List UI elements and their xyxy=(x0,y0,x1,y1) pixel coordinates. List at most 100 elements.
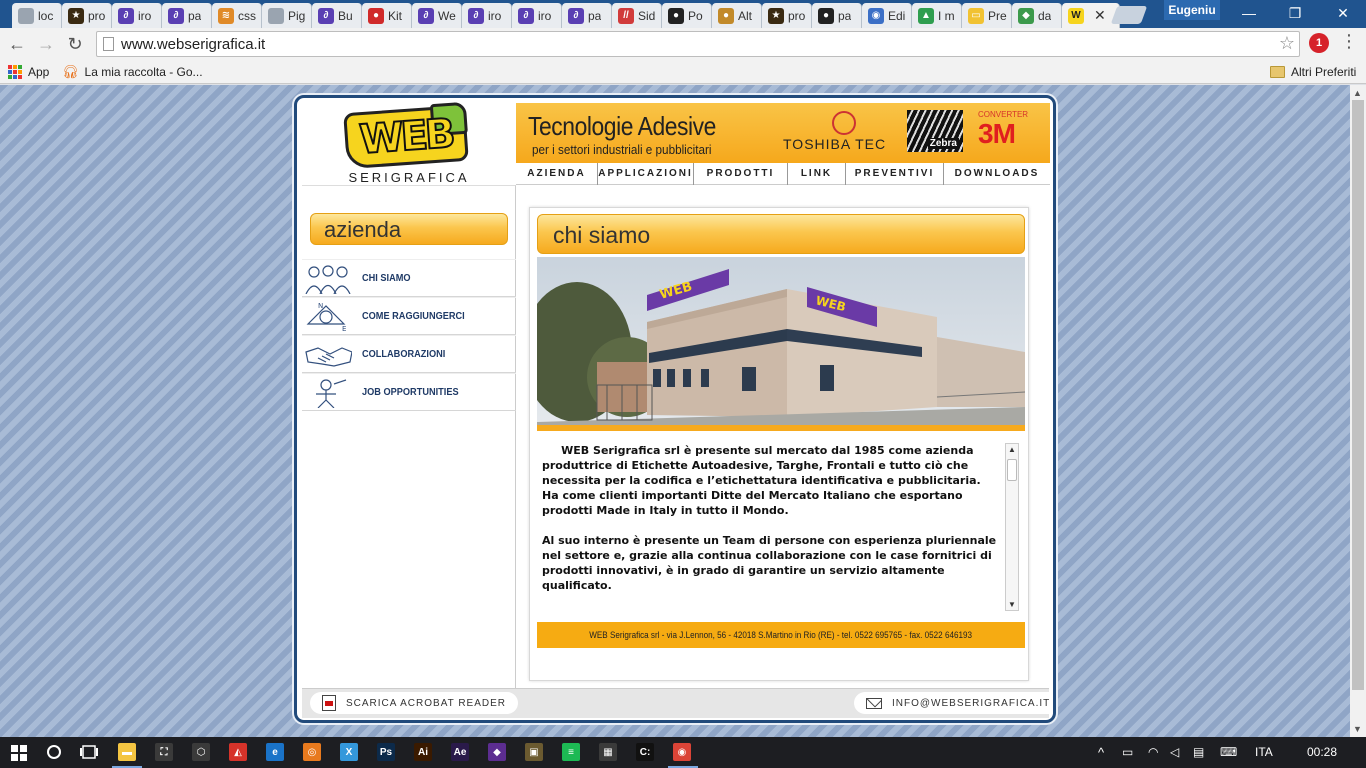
browser-tab[interactable]: ★ pro xyxy=(762,3,812,28)
task-view-icon[interactable] xyxy=(80,743,98,761)
terminal-icon[interactable]: C: xyxy=(636,743,654,761)
browser-tab[interactable]: ≋ css xyxy=(212,3,262,28)
handshake-icon xyxy=(304,340,353,370)
browser-tab[interactable]: ★ pro xyxy=(62,3,112,28)
volume-icon[interactable]: ◁ xyxy=(1170,745,1179,759)
photoshop-icon[interactable]: Ps xyxy=(377,743,395,761)
maximize-button[interactable]: ❐ xyxy=(1272,0,1318,26)
browser-tab[interactable]: ● Po xyxy=(662,3,712,28)
after-effects-icon[interactable]: Ae xyxy=(451,743,469,761)
tab-title: We xyxy=(438,8,456,23)
scroll-thumb[interactable] xyxy=(1007,459,1017,481)
sidebar-item-collaborazioni[interactable]: COLLABORAZIONI xyxy=(302,335,516,373)
url-text[interactable]: www.webserigrafica.it xyxy=(121,36,265,53)
search-icon[interactable] xyxy=(45,743,63,761)
description-text[interactable]: WEB Serigrafica srl è presente sul merca… xyxy=(537,443,1021,613)
sketchup-icon[interactable]: ◭ xyxy=(229,743,247,761)
browser-tab[interactable]: ▭ Pre xyxy=(962,3,1012,28)
left-sidebar: azienda CHI SIAMO N E COME RAGGIUNGERCI COLL… xyxy=(302,185,516,690)
bookmark-altri-preferiti[interactable]: Altri Preferiti xyxy=(1270,63,1356,81)
tray-chevron-icon[interactable]: ^ xyxy=(1098,745,1104,760)
browser-tab[interactable]: ▲ I m xyxy=(912,3,962,28)
language-indicator[interactable]: ITA xyxy=(1255,745,1273,759)
nav-item-azienda[interactable]: AZIENDA xyxy=(516,162,598,185)
address-strip: WEB Serigrafica srl - via J.Lennon, 56 -… xyxy=(537,622,1025,648)
back-button[interactable]: ← xyxy=(5,32,29,56)
file-explorer-icon[interactable]: ▬ xyxy=(118,743,136,761)
profile-button[interactable]: Eugeniu xyxy=(1164,0,1220,20)
page-scrollbar[interactable]: ▲ ▼ xyxy=(1350,85,1366,737)
tab-favicon-icon: ≋ xyxy=(218,7,234,24)
browser-tab[interactable]: ∂ iro xyxy=(512,3,562,28)
page-scroll-down-icon[interactable]: ▼ xyxy=(1353,724,1362,734)
email-label: INFO@WEBSERIGRAFICA.IT xyxy=(892,697,1051,709)
zebra-logo: Zebra xyxy=(907,110,963,152)
sidebar-item-come-raggiungerci[interactable]: N E COME RAGGIUNGERCI xyxy=(302,297,516,335)
bookmark-raccolta[interactable]: 🎧︎ La mia raccolta - Go... xyxy=(62,63,203,81)
site-logo[interactable]: WEB SERIGRAFICA xyxy=(302,103,516,185)
bookmark-star-icon[interactable]: ☆ xyxy=(1279,33,1295,54)
bookmark-apps[interactable]: App xyxy=(8,63,49,81)
calculator-icon[interactable]: ▦ xyxy=(599,743,617,761)
browser-tab[interactable]: ∂ pa xyxy=(562,3,612,28)
tab-close-icon[interactable]: ✕ xyxy=(1094,7,1106,24)
nav-item-link[interactable]: LINK xyxy=(788,162,846,185)
browser-tab[interactable]: ∂ We xyxy=(412,3,462,28)
browser-tab[interactable]: ● Kit xyxy=(362,3,412,28)
chrome-icon[interactable]: ◉ xyxy=(673,743,691,761)
browser-tab[interactable]: ∂ iro xyxy=(462,3,512,28)
browser-tab[interactable]: ● pa xyxy=(812,3,862,28)
tab-favicon-icon: ◉ xyxy=(868,7,884,24)
nav-item-prodotti[interactable]: PRODOTTI xyxy=(694,162,788,185)
page-scroll-thumb[interactable] xyxy=(1352,100,1364,690)
new-tab-button[interactable] xyxy=(1110,6,1148,24)
windows-start-icon[interactable] xyxy=(10,744,28,762)
browser-tab[interactable]: W ✕ xyxy=(1062,3,1120,28)
address-bar[interactable]: www.webserigrafica.it ☆ xyxy=(96,31,1300,57)
tab-favicon-icon: // xyxy=(618,7,634,24)
nav-item-preventivi[interactable]: PREVENTIVI xyxy=(846,162,944,185)
sidebar-item-job-opportunities[interactable]: JOB OPPORTUNITIES xyxy=(302,373,516,411)
image-viewer-icon[interactable]: ▣ xyxy=(525,743,543,761)
page-scroll-up-icon[interactable]: ▲ xyxy=(1353,88,1362,98)
blender-icon[interactable]: ◎ xyxy=(303,743,321,761)
browser-tab[interactable]: ● Alt xyxy=(712,3,762,28)
nav-item-applicazioni[interactable]: APPLICAZIONI xyxy=(598,162,694,185)
scroll-up-arrow-icon[interactable]: ▲ xyxy=(1008,445,1016,454)
sidebar-item-chi-siamo[interactable]: CHI SIAMO xyxy=(302,259,516,297)
browser-tab[interactable]: ∂ pa xyxy=(162,3,212,28)
browser-tab[interactable]: ∂ Bu xyxy=(312,3,362,28)
tab-title: Pre xyxy=(988,8,1007,23)
xamarin-icon[interactable]: X xyxy=(340,743,358,761)
acrobat-download-link[interactable]: SCARICA ACROBAT READER xyxy=(310,692,518,714)
edge-icon[interactable]: e xyxy=(266,743,284,761)
browser-tab[interactable]: loc xyxy=(12,3,62,28)
wifi-icon[interactable]: ◠ xyxy=(1148,745,1158,759)
text-scrollbar[interactable]: ▲ ▼ xyxy=(1005,443,1019,611)
window-close-button[interactable]: ✕ xyxy=(1320,0,1366,26)
extension-icon[interactable]: 1 xyxy=(1309,33,1329,53)
email-link[interactable]: INFO@WEBSERIGRAFICA.IT xyxy=(854,692,1053,714)
windows-taskbar: ▬ ⛶ ⬡ ◭ e ◎ X Ps Ai Ae ◆ ▣ ≡ ▦ C: ◉ ^ ▭ ◠ ◁ ▤ ⌨ ITA 00:… xyxy=(0,737,1366,768)
browser-tab[interactable]: ∂ iro xyxy=(112,3,162,28)
spotify-icon[interactable]: ≡ xyxy=(562,743,580,761)
address-text: WEB Serigrafica srl - via J.Lennon, 56 -… xyxy=(589,630,973,640)
visual-studio-icon[interactable]: ◆ xyxy=(488,743,506,761)
browser-tab[interactable]: ◉ Edi xyxy=(862,3,912,28)
illustrator-icon[interactable]: Ai xyxy=(414,743,432,761)
reload-button[interactable]: ↻ xyxy=(63,32,87,56)
browser-tab[interactable]: // Sid xyxy=(612,3,662,28)
browser-tab[interactable]: ◆ da xyxy=(1012,3,1062,28)
battery-icon[interactable]: ▭ xyxy=(1122,745,1133,759)
notifications-icon[interactable]: ▤ xyxy=(1193,745,1204,759)
minimize-button[interactable]: — xyxy=(1226,0,1272,26)
chrome-menu-icon[interactable]: ⋮ xyxy=(1340,31,1358,52)
browser-tab[interactable]: Pig xyxy=(262,3,312,28)
clock[interactable]: 00:28 xyxy=(1307,745,1337,759)
scroll-down-arrow-icon[interactable]: ▼ xyxy=(1008,600,1016,609)
cube-icon[interactable]: ⬡ xyxy=(192,743,210,761)
forward-button[interactable]: → xyxy=(34,32,58,56)
store-icon[interactable]: ⛶ xyxy=(155,743,173,761)
keyboard-icon[interactable]: ⌨ xyxy=(1220,745,1237,759)
nav-item-downloads[interactable]: DOWNLOADS xyxy=(944,163,1050,185)
